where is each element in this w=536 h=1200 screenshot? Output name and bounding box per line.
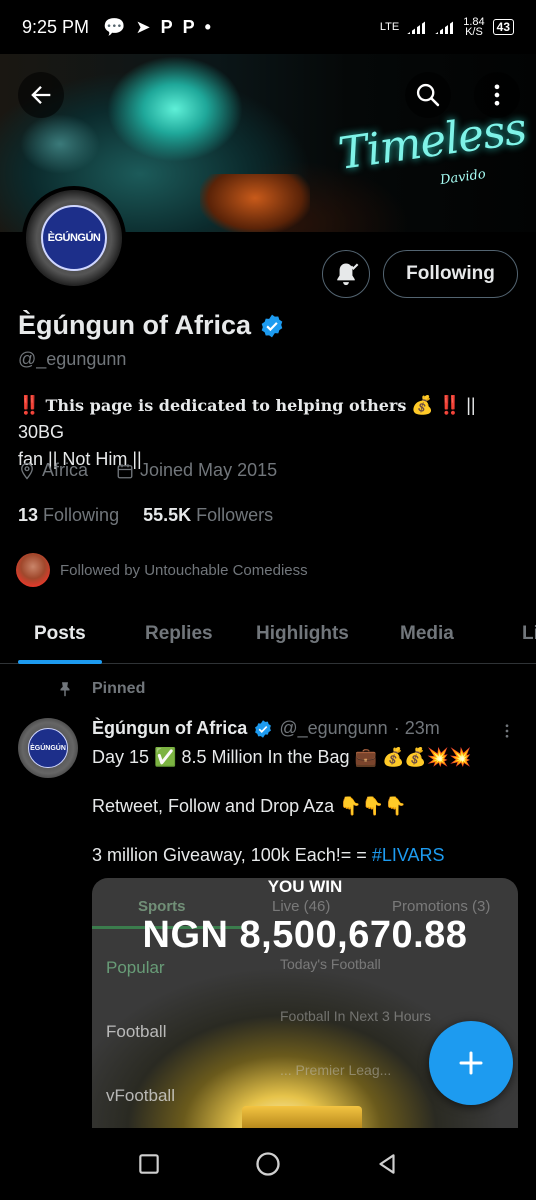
dot-icon: •: [204, 16, 211, 37]
location-text: Africa: [42, 460, 89, 480]
location-icon: [21, 462, 33, 480]
back-button[interactable]: [18, 72, 64, 118]
home-icon[interactable]: [254, 1150, 282, 1178]
verified-badge-icon: [261, 314, 283, 337]
hashtag-link[interactable]: #LIVARS: [372, 845, 445, 865]
tab-posts[interactable]: Posts: [18, 604, 102, 664]
post-line: Day 15 ✅ 8.5 Million In the Bag 💼 💰💰💥💥: [92, 747, 472, 767]
bell-check-icon: [337, 263, 359, 286]
media-tab-live: Live (46): [272, 898, 331, 915]
media-amount: NGN 8,500,670.88: [142, 914, 468, 956]
signal-icon: [435, 20, 456, 34]
tab-media[interactable]: Media: [400, 604, 454, 664]
plus-icon: [459, 1051, 483, 1075]
media-you-win: YOU WIN: [267, 878, 343, 896]
post-author-handle[interactable]: @_egungunn: [279, 718, 387, 739]
media-right-item: Football In Next 3 Hours: [280, 1008, 431, 1024]
system-nav-bar: [0, 1128, 536, 1200]
bio-marks: ‼️: [18, 395, 41, 415]
avatar-logo: ÈGÚNGÚN: [41, 205, 107, 271]
follower-avatar: [16, 553, 50, 587]
avatar-logo: ÈGÚNGÚN: [28, 728, 68, 768]
bio-money-emoji: 💰: [411, 395, 434, 415]
post-header: Ègúngun of Africa @_egungunn · 23m: [92, 718, 440, 739]
p-icon: P: [160, 16, 173, 37]
arrow-left-icon: [31, 86, 51, 104]
profile-handle: @_egungunn: [18, 349, 127, 369]
pinned-label: Pinned: [56, 680, 145, 698]
post-line: Retweet, Follow and Drop Aza 👇👇👇: [92, 796, 407, 816]
profile-name: Ègúngun of Africa: [18, 310, 251, 340]
search-icon: [416, 83, 440, 107]
media-right-item: Today's Football: [280, 956, 381, 972]
media-right-item: ... Premier Leag...: [280, 1062, 392, 1078]
status-time: 9:25 PM: [22, 16, 90, 37]
battery-icon: 43: [492, 19, 514, 35]
bio-marks: ‼️: [438, 395, 462, 415]
notifications-bell-button[interactable]: [322, 250, 370, 298]
signal-icon: [407, 20, 428, 34]
tab-likes[interactable]: Li: [522, 604, 536, 664]
notification-icons: 💬 ➤ P P •: [103, 17, 211, 38]
post-more-button[interactable]: [498, 720, 516, 747]
banner-script-sub: Davido: [439, 166, 487, 189]
media-left-item: Popular: [106, 958, 165, 977]
media-tab-sports: Sports: [138, 898, 186, 915]
network-label: LTE: [379, 21, 400, 33]
post-time: · 23m: [393, 718, 440, 738]
media-left-item: vFootball: [106, 1086, 175, 1105]
post-body: Day 15 ✅ 8.5 Million In the Bag 💼 💰💰💥💥 R…: [92, 745, 512, 892]
telegram-icon: ➤: [135, 16, 151, 37]
more-vertical-icon: [494, 84, 500, 106]
profile-tabs: Posts Replies Highlights Media Li: [0, 604, 536, 664]
p-icon: P: [182, 16, 195, 37]
following-button[interactable]: Following: [383, 250, 518, 298]
pin-icon: [60, 682, 70, 697]
post-author-avatar[interactable]: ÈGÚNGÚN: [18, 718, 78, 778]
post-line: 3 million Giveaway, 100k Each!= = #LIVAR…: [92, 845, 445, 865]
media-left-item: Football: [106, 1022, 167, 1041]
more-options-button[interactable]: [474, 72, 520, 118]
status-bar: 9:25 PM 💬 ➤ P P • LTE 1.84 K/S 43: [0, 0, 536, 54]
search-button[interactable]: [405, 72, 451, 118]
recent-apps-icon[interactable]: [136, 1151, 162, 1177]
media-tab-promotions: Promotions (3): [392, 898, 491, 915]
chat-bubble-icon: 💬: [103, 16, 126, 37]
followed-by[interactable]: Followed by Untouchable Comediess: [16, 553, 308, 587]
tab-replies[interactable]: Replies: [145, 604, 213, 664]
post-author-name[interactable]: Ègúngun of Africa: [92, 718, 247, 739]
following-count-link[interactable]: 13 Following: [18, 505, 119, 526]
followed-by-text: Followed by Untouchable Comediess: [60, 561, 308, 579]
bio-bold-text: This page is dedicated to helping others: [45, 396, 407, 415]
banner-art: [200, 174, 310, 232]
net-speed: 1.84 K/S: [463, 16, 485, 38]
profile-meta: Africa Joined May 2015: [18, 460, 277, 481]
trophy-art: [242, 1106, 362, 1130]
profile-avatar[interactable]: ÈGÚNGÚN: [22, 186, 126, 290]
followers-count-link[interactable]: 55.5K Followers: [143, 505, 273, 526]
back-nav-icon[interactable]: [374, 1151, 400, 1177]
banner-art: [20, 114, 100, 174]
status-right: LTE 1.84 K/S 43: [379, 16, 514, 38]
verified-badge-icon: [255, 719, 272, 738]
calendar-icon: [117, 463, 133, 478]
profile-name-row: Ègúngun of Africa: [18, 310, 285, 341]
compose-button[interactable]: [429, 1021, 513, 1105]
tab-highlights[interactable]: Highlights: [256, 604, 349, 664]
follow-counts: 13 Following 55.5K Followers: [18, 505, 273, 526]
joined-text: Joined May 2015: [140, 460, 278, 480]
more-vertical-icon: [505, 724, 509, 738]
